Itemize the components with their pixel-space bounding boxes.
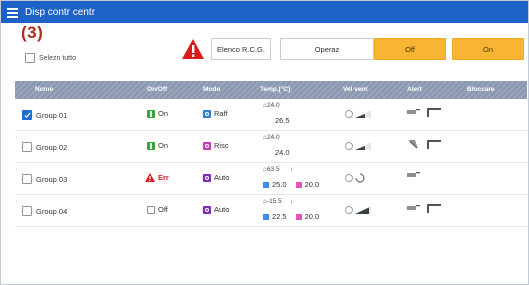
off-button[interactable]: Off bbox=[374, 38, 446, 60]
col-vel-vent[interactable]: Vel vent bbox=[343, 86, 368, 93]
power-on-icon bbox=[147, 141, 155, 150]
plug-icon bbox=[407, 172, 420, 177]
mode-label: Raff bbox=[214, 109, 228, 118]
fan-speed-3-icon bbox=[345, 109, 373, 119]
select-all-checkbox[interactable] bbox=[25, 53, 35, 63]
col-modo[interactable]: Modo bbox=[203, 86, 220, 93]
select-all-label: Selezn tutto bbox=[39, 54, 76, 62]
app-window: Disp contr centr (3) Selezn tutto Elenco… bbox=[0, 0, 529, 285]
rcg-list-button[interactable]: Elenco R.C.G. bbox=[211, 38, 271, 60]
cool-setpoint: 25.0 bbox=[272, 180, 287, 189]
temp-down-arrow: ↓ bbox=[289, 198, 294, 205]
heat-setpoint-icon bbox=[295, 181, 302, 188]
row-checkbox[interactable] bbox=[22, 174, 32, 184]
plug-icon bbox=[407, 109, 420, 114]
group-table: Nome On/Off Modo Temp.[°C] Vel vent Aler… bbox=[15, 81, 527, 227]
on-button[interactable]: On bbox=[452, 38, 524, 60]
room-temp: -15.5 bbox=[266, 198, 282, 205]
onoff-status: Off bbox=[158, 205, 168, 214]
menu-icon[interactable] bbox=[1, 1, 23, 23]
row-checkbox[interactable] bbox=[22, 206, 32, 216]
select-all[interactable]: Selezn tutto bbox=[25, 53, 76, 63]
cool-mode-icon bbox=[203, 109, 211, 118]
lock-icon bbox=[427, 204, 441, 213]
table-row[interactable]: Group 03 Err Auto ⌂ 63.5 ↑ 25.0 20.0 bbox=[15, 163, 527, 195]
title-bar: Disp contr centr bbox=[1, 1, 528, 23]
heat-setpoint-icon bbox=[295, 213, 302, 220]
col-alert[interactable]: Alert bbox=[407, 86, 422, 93]
group-name: Group 02 bbox=[36, 142, 68, 152]
col-temp[interactable]: Temp.[°C] bbox=[260, 86, 290, 93]
table-row[interactable]: Group 02 On Risc ⌂ 24.0 24.0 bbox=[15, 131, 527, 163]
group-name: Group 01 bbox=[36, 110, 68, 120]
vane-icon bbox=[408, 140, 418, 149]
callout-number: (3) bbox=[21, 23, 44, 42]
lock-icon bbox=[427, 108, 441, 117]
fan-speed-3-icon bbox=[345, 141, 373, 151]
fan-speed-4-icon bbox=[345, 205, 373, 215]
group-name: Group 04 bbox=[36, 206, 68, 216]
table-header: Nome On/Off Modo Temp.[°C] Vel vent Aler… bbox=[15, 81, 527, 99]
onoff-status: Err bbox=[158, 173, 169, 182]
cool-setpoint-icon bbox=[263, 181, 269, 188]
room-temp: 24.0 bbox=[266, 134, 280, 141]
temp-up-arrow: ↑ bbox=[289, 166, 293, 173]
mode-label: Auto bbox=[214, 205, 230, 214]
window-title: Disp contr centr bbox=[25, 6, 96, 18]
mode-label: Risc bbox=[214, 141, 229, 150]
onoff-status: On bbox=[158, 141, 169, 150]
cool-setpoint-icon bbox=[263, 213, 269, 220]
table-row[interactable]: Group 01 On Raff ⌂ 24.0 26.5 bbox=[15, 99, 527, 131]
room-temp: 24.0 bbox=[266, 102, 280, 109]
lock-icon bbox=[427, 140, 441, 149]
col-onoff[interactable]: On/Off bbox=[147, 86, 167, 93]
mode-label: Auto bbox=[214, 173, 230, 182]
warning-icon[interactable] bbox=[181, 38, 205, 60]
col-bloccare[interactable]: Bloccare bbox=[467, 86, 494, 93]
set-temp: 24.0 bbox=[275, 148, 290, 157]
row-checkbox[interactable] bbox=[22, 142, 32, 152]
plug-icon bbox=[407, 205, 420, 210]
onoff-status: On bbox=[158, 109, 169, 118]
set-temp: 26.5 bbox=[275, 116, 290, 125]
table-row[interactable]: Group 04 Off Auto ⌂ -15.5 ↓ 22.5 20.0 bbox=[15, 195, 527, 227]
heat-mode-icon bbox=[203, 141, 211, 150]
error-icon bbox=[145, 173, 155, 182]
fan-auto-icon bbox=[345, 173, 367, 183]
group-name: Group 03 bbox=[36, 174, 68, 184]
heat-setpoint: 20.0 bbox=[304, 212, 320, 221]
row-checkbox[interactable] bbox=[22, 110, 32, 120]
col-nome[interactable]: Nome bbox=[35, 86, 53, 93]
operaz-button[interactable]: Operaz bbox=[280, 38, 374, 60]
heat-setpoint: 20.0 bbox=[304, 180, 320, 189]
room-temp: 63.5 bbox=[266, 166, 280, 173]
auto-mode-icon bbox=[203, 173, 211, 182]
power-off-icon bbox=[147, 205, 155, 214]
auto-mode-icon bbox=[203, 205, 211, 214]
cool-setpoint: 22.5 bbox=[272, 212, 287, 221]
power-on-icon bbox=[147, 109, 155, 118]
